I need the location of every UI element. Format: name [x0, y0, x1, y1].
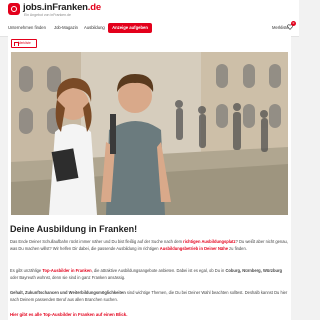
main-content: Merkliste Deine Ausbildung in Franken! D…: [8, 36, 291, 320]
main-nav: Unternehmen finden Job-Magazin Ausbildun…: [0, 21, 299, 37]
intro-paragraph: Das Ende Deiner Schullaufbahn rückt imme…: [10, 239, 288, 252]
gehalt-paragraph: Gehalt, Zukunftschancen und Weiterbildun…: [10, 290, 288, 303]
merkliste-count-badge: 0: [291, 21, 296, 26]
link-top-ausbilder[interactable]: Top-Ausbilder in Franken: [42, 268, 91, 273]
nav-item-job-magazin[interactable]: Job-Magazin: [54, 25, 78, 30]
merkliste-button[interactable]: Merkliste: [11, 39, 37, 48]
nav-item-ausbildung[interactable]: Ausbildung: [84, 25, 105, 30]
ausbilder-paragraph: Es gibt unzählige Top-Ausbilder in Frank…: [10, 268, 283, 281]
logo-bar: jobs.inFranken.de Ein Angebot von inFran…: [0, 0, 299, 21]
logo-icon[interactable]: [8, 3, 20, 15]
anzeige-aufgeben-button[interactable]: Anzeige aufgeben: [108, 23, 152, 33]
link-ausbildungsbetrieb[interactable]: Ausbildungsbetrieb in Deiner Nähe: [160, 246, 228, 251]
logo[interactable]: jobs.inFranken.de: [23, 2, 101, 13]
logo-tagline: Ein Angebot von inFranken.de: [24, 13, 71, 17]
link-ausbildungsplatz[interactable]: richtigen Ausbildungsplatz: [183, 239, 235, 244]
hero-image: [11, 52, 288, 215]
top-ausbilder-highlight: Hier gibt es alle Top-Ausbilder in Frank…: [10, 312, 128, 317]
page-title: Deine Ausbildung in Franken!: [10, 224, 138, 234]
nav-item-unternehmen[interactable]: Unternehmen finden: [8, 25, 46, 30]
